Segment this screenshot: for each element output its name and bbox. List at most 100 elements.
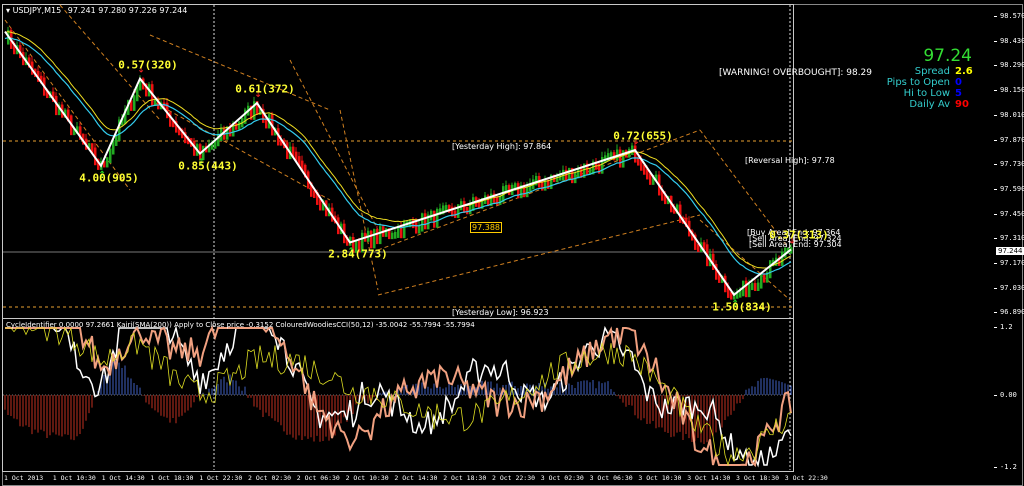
price-axis-label: 98.290 bbox=[993, 61, 1024, 70]
price-axis-label: 98.010 bbox=[993, 110, 1024, 119]
price-box-label: 97.388 bbox=[470, 222, 502, 233]
candle-body bbox=[769, 260, 772, 279]
daily-av-label: Daily Av bbox=[909, 99, 950, 110]
time-axis-label: 3 Oct 06:30 bbox=[589, 474, 633, 482]
candle-body bbox=[436, 208, 439, 228]
hi-low-value: 5 bbox=[955, 88, 962, 99]
channel-line bbox=[289, 59, 379, 231]
time-axis-label: 3 Oct 10:30 bbox=[638, 474, 682, 482]
time-axis-label: 1 Oct 10:30 bbox=[52, 474, 96, 482]
candle-body bbox=[751, 283, 754, 291]
spread-label: Spread bbox=[914, 66, 950, 77]
candle-body bbox=[433, 210, 436, 228]
current-price-tag: 97.244 bbox=[996, 247, 1024, 255]
time-axis-label: 3 Oct 02:30 bbox=[540, 474, 584, 482]
time-axis-label: 1 Oct 18:30 bbox=[150, 474, 194, 482]
candle-body bbox=[415, 222, 418, 234]
overbought-warning: [WARNING! OVERBOUGHT]: 98.29 bbox=[719, 68, 873, 78]
indicator-header: CycleIdentifier 0.0000 97.2661 Kairi(SMA… bbox=[6, 321, 475, 329]
channel-line bbox=[4, 19, 131, 191]
candle-body bbox=[418, 225, 421, 234]
indicator-line bbox=[5, 325, 792, 468]
price-axis-label: 97.170 bbox=[993, 259, 1024, 267]
candle-body bbox=[634, 145, 637, 163]
time-axis-label: 2 Oct 06:30 bbox=[296, 474, 340, 482]
zigzag-label: 2.84(773) bbox=[328, 247, 388, 261]
time-axis-label: 3 Oct 22:30 bbox=[784, 474, 828, 482]
spread-value: 2.6 bbox=[955, 66, 973, 77]
candle-body bbox=[619, 149, 622, 168]
candle-body bbox=[106, 157, 109, 168]
candle-body bbox=[115, 135, 118, 146]
candle-body bbox=[496, 196, 499, 206]
price-axis-label: 97.450 bbox=[993, 209, 1024, 218]
price-axis-label: 97.590 bbox=[993, 184, 1024, 193]
time-axis-label: 1 Oct 14:30 bbox=[101, 474, 145, 482]
time-axis-label: 1 Oct 22:30 bbox=[199, 474, 243, 482]
price-axis-label: 97.870 bbox=[993, 135, 1024, 144]
candle-body bbox=[373, 229, 376, 249]
indicator-axis-label: 1.2 bbox=[994, 323, 1013, 331]
ohlc-values: 97.241 97.280 97.226 97.244 bbox=[67, 6, 188, 15]
price-axis-label: 97.730 bbox=[993, 160, 1024, 169]
candle-body bbox=[463, 201, 466, 213]
collapse-triangle-icon[interactable]: ▾ bbox=[6, 6, 10, 15]
candle-body bbox=[781, 251, 784, 266]
time-axis-label: 3 Oct 18:30 bbox=[736, 474, 780, 482]
candle-body bbox=[754, 283, 757, 292]
hi-low-label: Hi to Low bbox=[903, 88, 950, 99]
candle-body bbox=[517, 183, 520, 199]
candle-body bbox=[238, 121, 241, 130]
indicator-axis-label: 0.00 bbox=[994, 391, 1017, 399]
symbol-title: USDJPY,M15 bbox=[12, 6, 62, 15]
ma-line bbox=[4, 37, 792, 275]
time-axis-label: 2 Oct 18:30 bbox=[443, 474, 487, 482]
channel-line bbox=[149, 34, 331, 111]
time-axis-label: 2 Oct 22:30 bbox=[492, 474, 536, 482]
symbol-header[interactable]: ▾ USDJPY,M15 97.241 97.280 97.226 97.244 bbox=[6, 6, 187, 15]
daily-av-value: 90 bbox=[955, 99, 969, 110]
candle-body bbox=[748, 284, 751, 298]
candle-body bbox=[376, 229, 379, 245]
yesterday-low-label: [Yesterday Low]: 96.923 bbox=[452, 308, 549, 317]
zigzag-label: 0.72(655) bbox=[613, 129, 673, 143]
price-axis-label: 96.890 bbox=[993, 308, 1024, 317]
candle-body bbox=[499, 196, 502, 206]
time-axis-label: 1 Oct 2013 bbox=[4, 474, 44, 482]
info-price: 97.24 bbox=[923, 46, 972, 66]
candle-body bbox=[133, 95, 136, 111]
time-axis-label: 2 Oct 14:30 bbox=[394, 474, 438, 482]
zigzag-label: 0.57(320) bbox=[118, 58, 178, 72]
candle-body bbox=[469, 204, 472, 215]
time-axis-label: 2 Oct 02:30 bbox=[248, 474, 292, 482]
pips-open-value: 0 bbox=[955, 77, 962, 88]
price-axis-label: 97.310 bbox=[993, 234, 1024, 243]
candle-body bbox=[391, 232, 394, 240]
time-axis-label: 3 Oct 14:30 bbox=[687, 474, 731, 482]
candle-body bbox=[109, 148, 112, 164]
price-axis-label: 98.430 bbox=[993, 36, 1024, 45]
candle-body bbox=[424, 213, 427, 230]
price-axis-label: 98.570 bbox=[993, 12, 1024, 20]
mt4-chart-window: ↑ ↓ ↑ ↓ ↑ ↓ ↑ ↓ ▾ USDJPY,M15 97.241 97.280 97.2… bbox=[0, 0, 1024, 486]
zigzag-label: 4.00(905) bbox=[79, 171, 139, 185]
zigzag-label: 0.37(313) bbox=[769, 228, 829, 242]
channel-line bbox=[339, 109, 379, 291]
candle-body bbox=[379, 226, 382, 245]
candle-body bbox=[466, 206, 469, 215]
candle-body bbox=[757, 282, 760, 292]
zigzag-label: 0.61(372) bbox=[235, 82, 295, 96]
candle-body bbox=[394, 231, 397, 239]
candle-body bbox=[763, 274, 766, 283]
yesterday-high-label: [Yesterday High]: 97.864 bbox=[452, 142, 552, 151]
reversal-high-label: [Reversal High]: 97.78 bbox=[745, 156, 835, 165]
candle-body bbox=[541, 181, 544, 191]
pips-open-label: Pips to Open bbox=[886, 77, 950, 88]
price-axis-label: 98.150 bbox=[993, 86, 1024, 95]
candle-body bbox=[421, 213, 424, 232]
zigzag-label: 1.50(834) bbox=[712, 300, 772, 314]
candle-body bbox=[370, 230, 373, 249]
zigzag-label: 0.85(443) bbox=[178, 159, 238, 173]
candle-body bbox=[760, 274, 763, 289]
candle-body bbox=[235, 123, 238, 130]
